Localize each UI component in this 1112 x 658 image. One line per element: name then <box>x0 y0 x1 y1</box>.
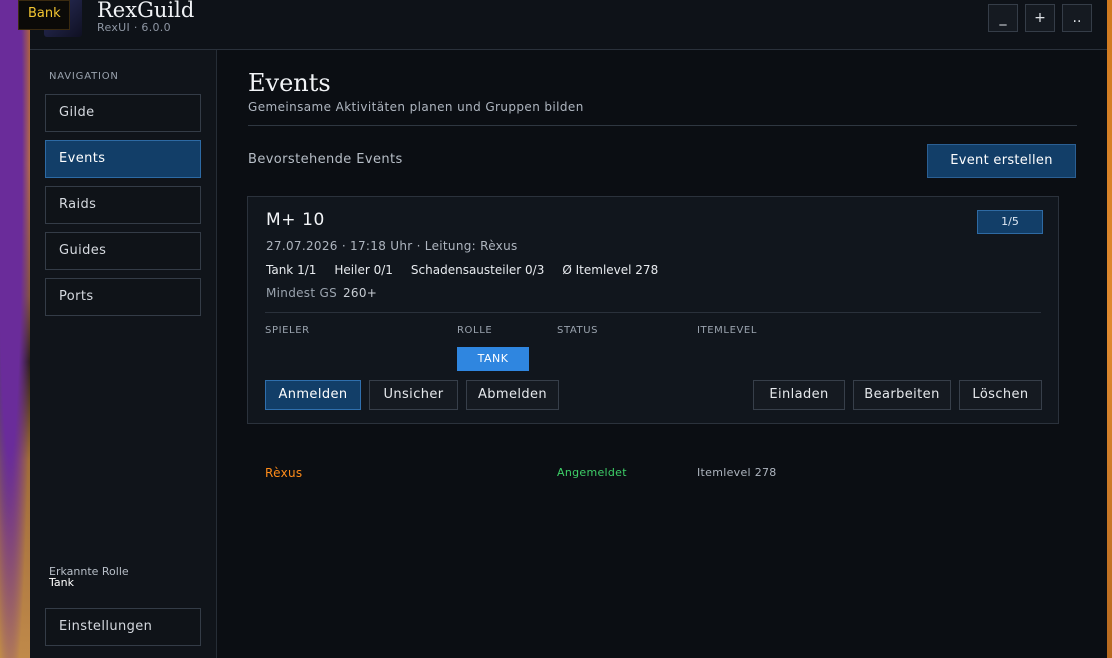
app-version: RexUI · 6.0.0 <box>97 21 171 34</box>
rexguild-window: RexGuild RexUI · 6.0.0 _ + .. NAVIGATION… <box>30 0 1107 658</box>
page-title: Events <box>248 69 331 97</box>
column-header-player: SPIELER <box>265 325 310 336</box>
role-badge-tank: TANK <box>457 347 529 371</box>
main-content: Events Gemeinsame Aktivitäten planen und… <box>217 50 1107 658</box>
column-header-status: STATUS <box>557 325 599 336</box>
edit-button[interactable]: Bearbeiten <box>853 380 951 410</box>
sidebar-item-guides[interactable]: Guides <box>45 232 201 270</box>
composition-healer: Heiler 0/1 <box>334 263 393 277</box>
signoff-button[interactable]: Abmelden <box>466 380 559 410</box>
card-divider <box>265 312 1041 313</box>
section-title: Bevorstehende Events <box>248 152 403 167</box>
composition-ilvl: Ø Itemlevel 278 <box>562 263 659 277</box>
minimize-button[interactable]: _ <box>988 4 1018 32</box>
invite-button[interactable]: Einladen <box>753 380 845 410</box>
event-slot-count: 1/5 <box>977 210 1043 234</box>
event-title: M+ 10 <box>266 210 325 230</box>
sidebar-item-ports[interactable]: Ports <box>45 278 201 316</box>
composition-tank: Tank 1/1 <box>266 263 317 277</box>
app-title: RexGuild <box>97 0 195 22</box>
sidebar-item-raids[interactable]: Raids <box>45 186 201 224</box>
nav-heading: NAVIGATION <box>49 71 119 82</box>
settings-button[interactable]: Einstellungen <box>45 608 201 646</box>
event-card: M+ 10 1/5 27.07.2026 · 17:18 Uhr · Leitu… <box>247 196 1059 424</box>
unsure-button[interactable]: Unsicher <box>369 380 458 410</box>
min-gear-value: 260+ <box>342 286 378 300</box>
composition-dps: Schadensausteiler 0/3 <box>410 263 545 277</box>
sidebar: NAVIGATION Gilde Events Raids Guides Por… <box>30 50 217 658</box>
column-header-itemlevel: ITEMLEVEL <box>697 325 758 336</box>
detected-role-value: Tank <box>49 576 74 589</box>
sidebar-item-events[interactable]: Events <box>45 140 201 178</box>
signup-button[interactable]: Anmelden <box>265 380 361 410</box>
more-button[interactable]: .. <box>1062 4 1092 32</box>
event-composition: Tank 1/1 Heiler 0/1 Schadensausteiler 0/3 Ø… <box>266 263 676 277</box>
bank-tag[interactable]: Bank <box>18 0 70 30</box>
sidebar-item-gilde[interactable]: Gilde <box>45 94 201 132</box>
roster-player-status: Angemeldet <box>557 466 627 479</box>
roster-player-name[interactable]: Rèxus <box>265 466 302 480</box>
window-header[interactable]: RexGuild RexUI · 6.0.0 _ + .. <box>30 0 1107 50</box>
roster-player-itemlevel: Itemlevel 278 <box>697 466 777 479</box>
maximize-button[interactable]: + <box>1025 4 1055 32</box>
game-background-left <box>0 0 30 658</box>
event-meta: 27.07.2026 · 17:18 Uhr · Leitung: Rèxus <box>266 239 518 253</box>
delete-button[interactable]: Löschen <box>959 380 1042 410</box>
header-divider <box>248 125 1077 126</box>
min-gear: Mindest GS 260+ <box>266 286 377 300</box>
create-event-button[interactable]: Event erstellen <box>927 144 1076 178</box>
min-gear-label: Mindest GS <box>266 286 337 300</box>
game-background-right <box>1107 0 1112 658</box>
page-subtitle: Gemeinsame Aktivitäten planen und Gruppe… <box>248 100 584 114</box>
column-header-role: ROLLE <box>457 325 493 336</box>
